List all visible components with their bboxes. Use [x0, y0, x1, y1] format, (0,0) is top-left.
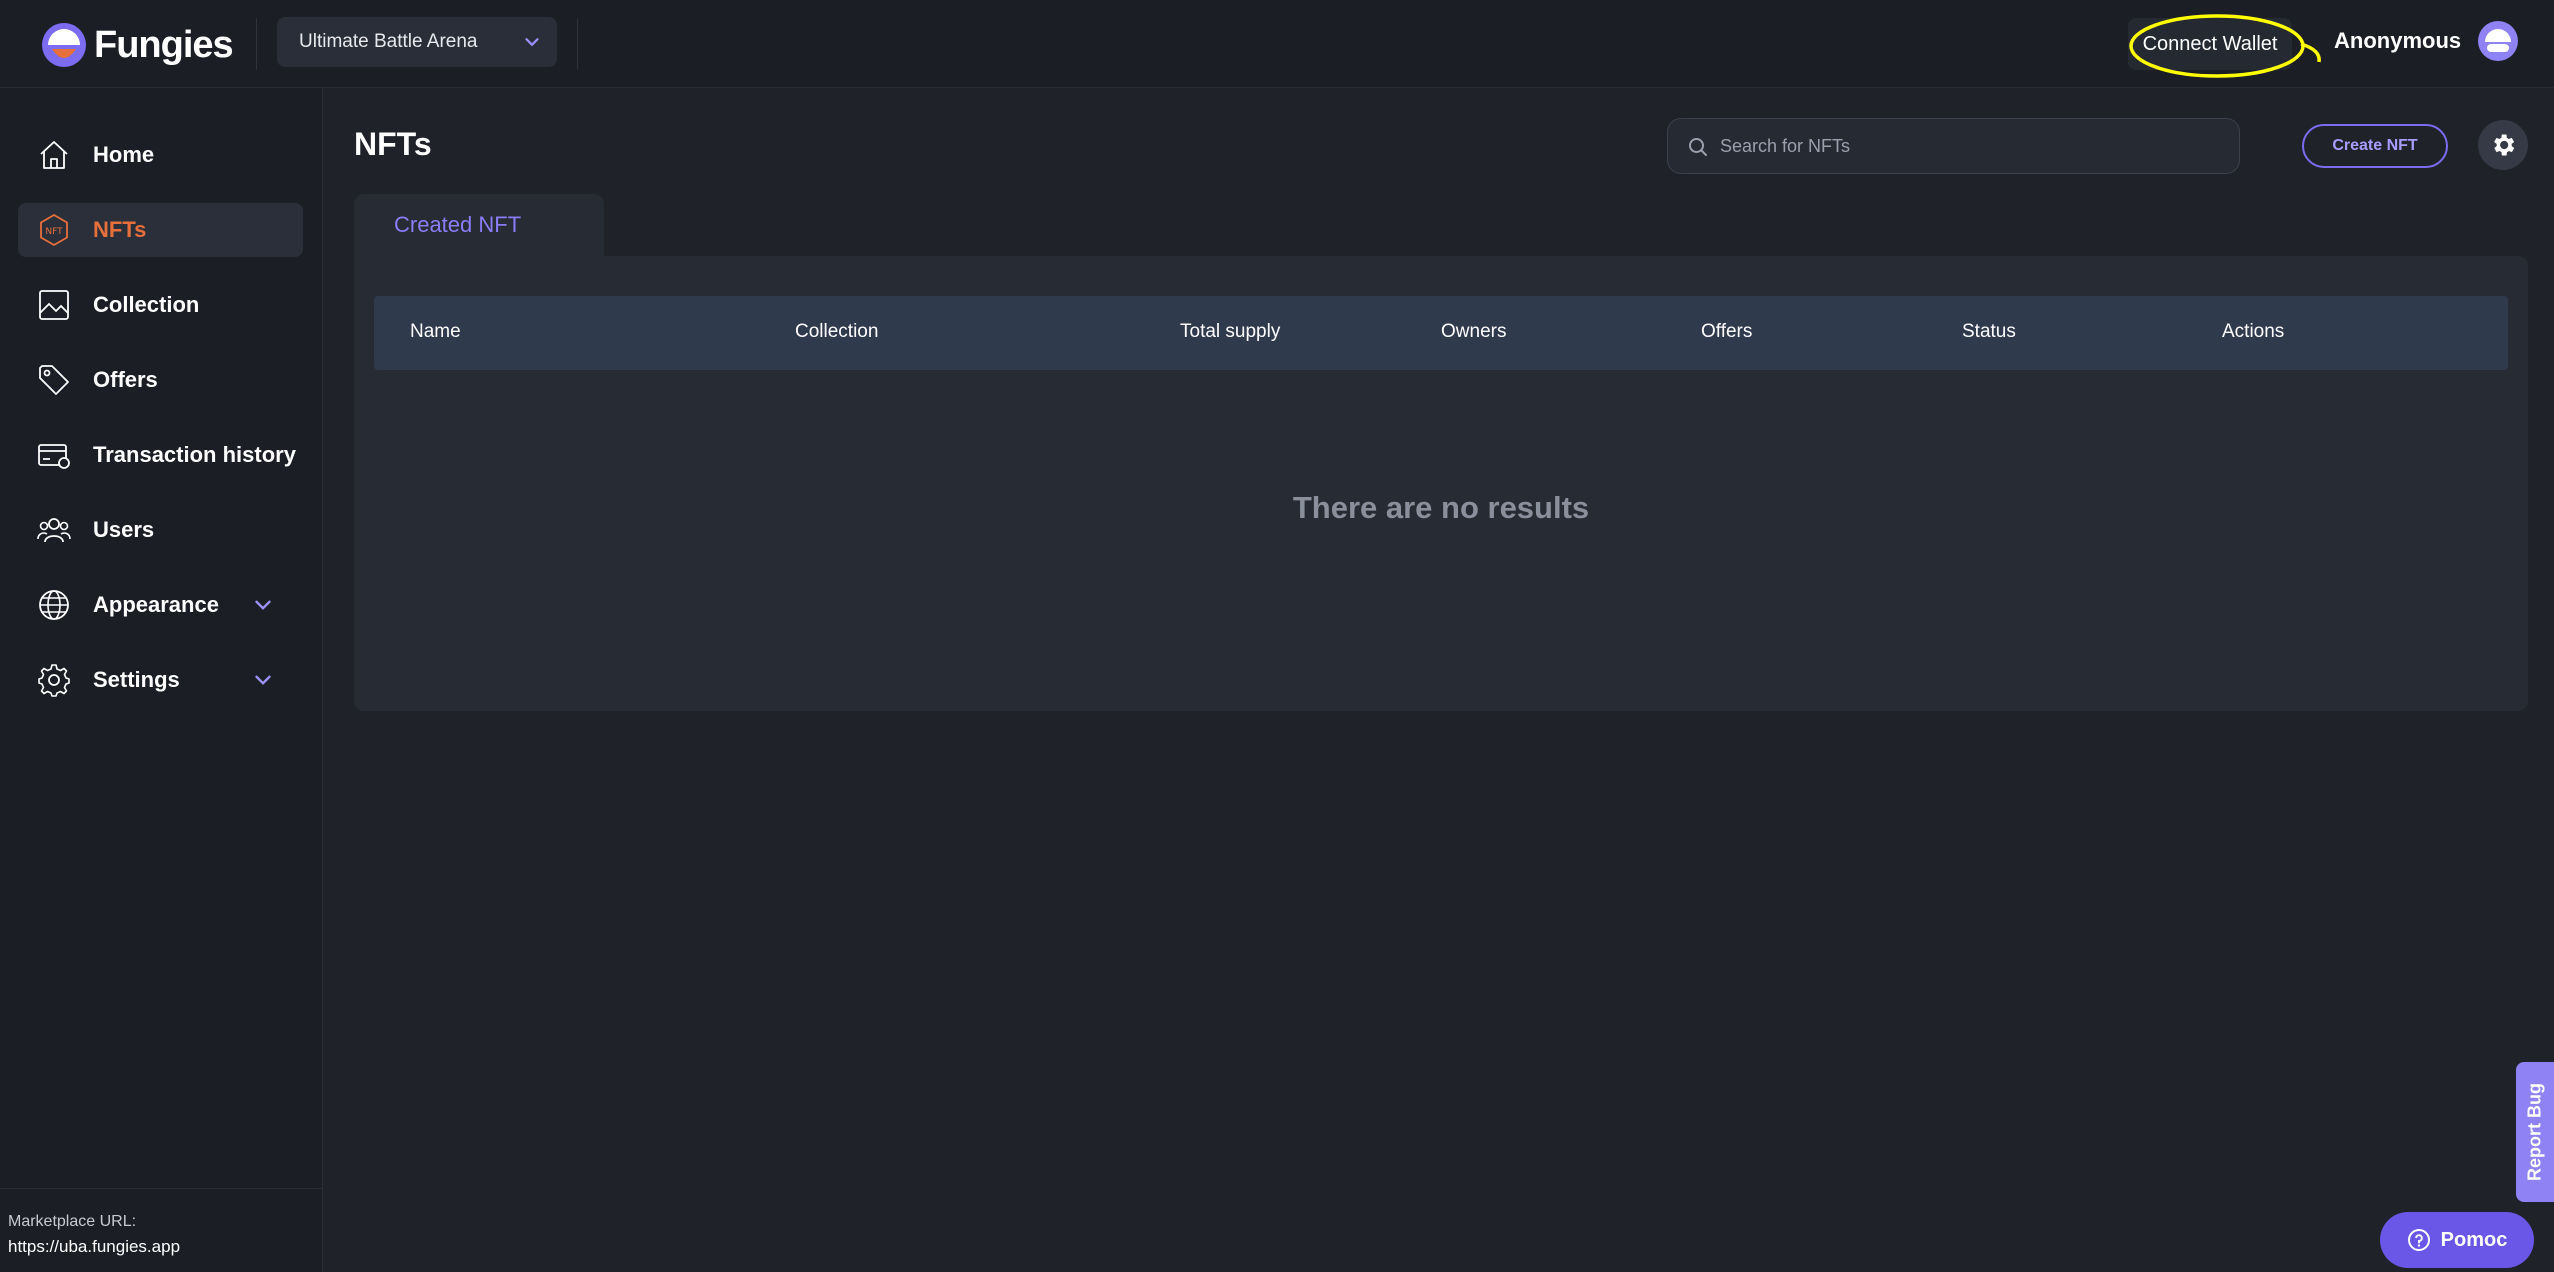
- sidebar-item-offers[interactable]: Offers: [18, 353, 303, 407]
- tag-icon: [39, 365, 69, 395]
- chevron-down-icon[interactable]: [250, 592, 276, 618]
- nft-icon: NFT: [40, 213, 68, 247]
- page-title: NFTs: [354, 126, 432, 162]
- sidebar-item-label: NFTs: [93, 217, 147, 242]
- card-icon: [38, 444, 70, 469]
- nft-table-panel: Name Collection Total supply Owners Offe…: [354, 256, 2528, 711]
- help-button[interactable]: Pomoc: [2380, 1212, 2534, 1268]
- column-header-total-supply[interactable]: Total supply: [1180, 321, 1280, 343]
- header-divider: [577, 18, 578, 70]
- sidebar-item-home[interactable]: Home: [18, 128, 303, 182]
- top-bar: Fungies Ultimate Battle Arena Connect Wa…: [0, 0, 2554, 88]
- report-bug-tab[interactable]: Report Bug: [2516, 1062, 2554, 1202]
- user-name[interactable]: Anonymous: [2334, 28, 2461, 54]
- chevron-down-icon: [525, 38, 539, 47]
- sidebar-item-label: Transaction history: [93, 442, 296, 467]
- users-icon: [37, 518, 71, 543]
- column-header-actions: Actions: [2222, 321, 2285, 342]
- marketplace-url-link[interactable]: https://uba.fungies.app: [8, 1237, 323, 1257]
- sidebar-item-label: Offers: [93, 367, 158, 392]
- column-header-offers[interactable]: Offers: [1701, 321, 1752, 343]
- column-header-collection[interactable]: Collection: [795, 321, 878, 343]
- sidebar: Home NFT NFTs Collection Offers Transact…: [0, 88, 323, 1272]
- sidebar-item-label: Users: [93, 517, 155, 542]
- sidebar-item-label: Home: [93, 142, 155, 167]
- svg-text:NFT: NFT: [45, 227, 63, 237]
- marketplace-url-section: Marketplace URL: https://uba.fungies.app: [0, 1188, 323, 1272]
- gear-icon: [38, 664, 70, 697]
- column-header-name[interactable]: Name: [410, 321, 461, 343]
- project-selector-label: Ultimate Battle Arena: [299, 31, 478, 52]
- sidebar-item-users[interactable]: Users: [18, 503, 303, 557]
- chevron-down-icon[interactable]: [250, 667, 276, 693]
- project-selector[interactable]: Ultimate Battle Arena: [277, 17, 557, 67]
- sidebar-item-collection[interactable]: Collection: [18, 278, 303, 332]
- globe-icon: [39, 590, 69, 620]
- sidebar-item-label: Settings: [93, 667, 180, 692]
- help-button-label: Pomoc: [2440, 1228, 2508, 1251]
- sidebar-item-appearance[interactable]: Appearance: [18, 578, 303, 632]
- empty-state-message: There are no results: [1292, 490, 1590, 525]
- search-icon: [1689, 138, 1707, 156]
- avatar[interactable]: [2477, 20, 2519, 62]
- image-icon: [39, 290, 69, 320]
- sidebar-item-label: Collection: [93, 292, 200, 317]
- gear-icon: [2494, 134, 2515, 156]
- marketplace-url-label: Marketplace URL:: [8, 1213, 137, 1230]
- connect-wallet-button[interactable]: Connect Wallet: [2128, 18, 2292, 70]
- home-icon: [40, 141, 68, 169]
- create-nft-button[interactable]: Create NFT: [2302, 124, 2448, 168]
- table-header: Name Collection Total supply Owners Offe…: [374, 296, 2508, 370]
- column-header-owners[interactable]: Owners: [1441, 321, 1506, 343]
- sidebar-item-settings[interactable]: Settings: [18, 653, 303, 707]
- brand-name: Fungies: [94, 23, 234, 66]
- settings-button[interactable]: [2478, 120, 2528, 170]
- search-field[interactable]: [1667, 118, 2240, 174]
- sidebar-item-label: Appearance: [93, 592, 219, 617]
- tab-created-nft[interactable]: Created NFT: [354, 194, 604, 256]
- brand-logo[interactable]: Fungies: [40, 20, 234, 70]
- column-header-status[interactable]: Status: [1962, 321, 2016, 343]
- header-divider: [256, 18, 257, 70]
- fungies-logo-icon: [42, 23, 86, 67]
- sidebar-item-transaction-history[interactable]: Transaction history: [18, 428, 303, 482]
- help-icon: [2407, 1229, 2430, 1251]
- report-bug-label: Report Bug: [2524, 1083, 2545, 1181]
- sidebar-item-nfts[interactable]: NFT NFTs: [18, 203, 303, 257]
- search-input[interactable]: [1720, 119, 2220, 173]
